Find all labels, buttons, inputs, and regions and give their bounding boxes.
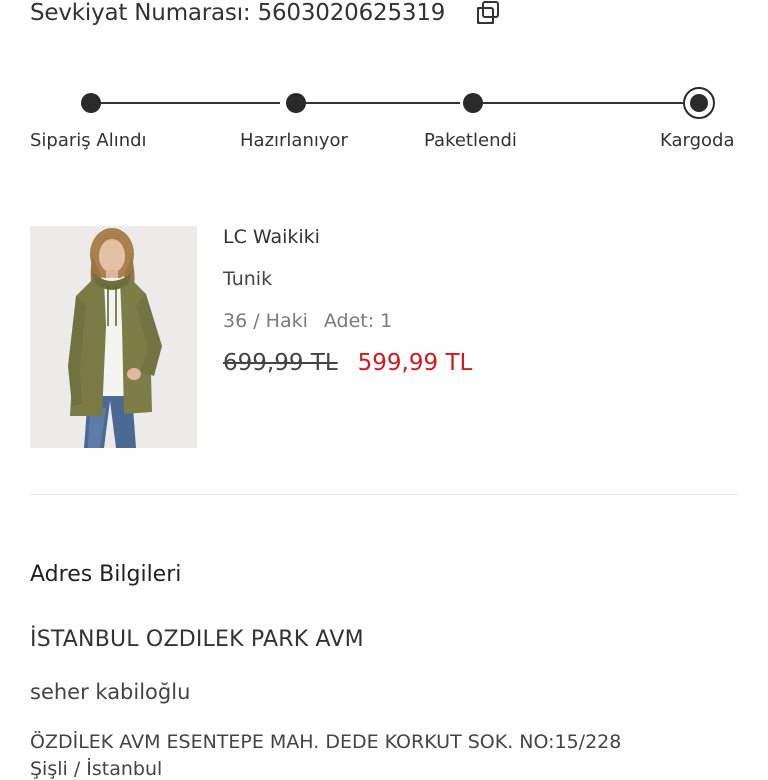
product-brand: LC Waikiki <box>223 226 320 248</box>
step-dot-done <box>463 93 483 113</box>
copy-icon[interactable] <box>475 0 501 26</box>
track-line <box>483 102 683 104</box>
shipment-number-row: Sevkiyat Numarası: 5603020625319 <box>30 0 501 30</box>
product-name[interactable]: Tunik <box>223 268 272 290</box>
product-prices: 699,99 TL 599,99 TL <box>223 350 472 376</box>
shipment-number: Sevkiyat Numarası: 5603020625319 <box>30 0 446 26</box>
address-line-2: Şişli / İstanbul <box>30 758 163 780</box>
product-variant: 36 / Haki Adet: 1 <box>223 310 392 332</box>
step-label-packed: Paketlendi <box>424 130 517 151</box>
order-status-tracker: Sipariş Alındı Hazırlanıyor Paketlendi K… <box>0 80 768 160</box>
discounted-price: 599,99 TL <box>357 350 473 376</box>
address-store: İSTANBUL OZDILEK PARK AVM <box>30 627 364 652</box>
step-label-in-shipping: Kargoda <box>660 130 735 151</box>
address-line-1: ÖZDİLEK AVM ESENTEPE MAH. DEDE KORKUT SO… <box>30 731 622 753</box>
step-dot-done <box>286 93 306 113</box>
product-size-color: 36 / Haki <box>223 310 308 332</box>
product-quantity: Adet: 1 <box>323 310 393 332</box>
track-line <box>100 102 280 104</box>
address-section-title: Adres Bilgileri <box>30 562 182 587</box>
product-image[interactable] <box>30 226 197 448</box>
old-price: 699,99 TL <box>223 350 338 376</box>
step-dot-current <box>683 87 715 119</box>
step-label-order-received: Sipariş Alındı <box>30 130 147 151</box>
address-recipient-name: seher kabiloğlu <box>30 680 191 704</box>
track-line <box>305 102 460 104</box>
section-divider <box>30 494 738 495</box>
step-dot-done <box>81 93 101 113</box>
step-label-preparing: Hazırlanıyor <box>240 130 348 151</box>
